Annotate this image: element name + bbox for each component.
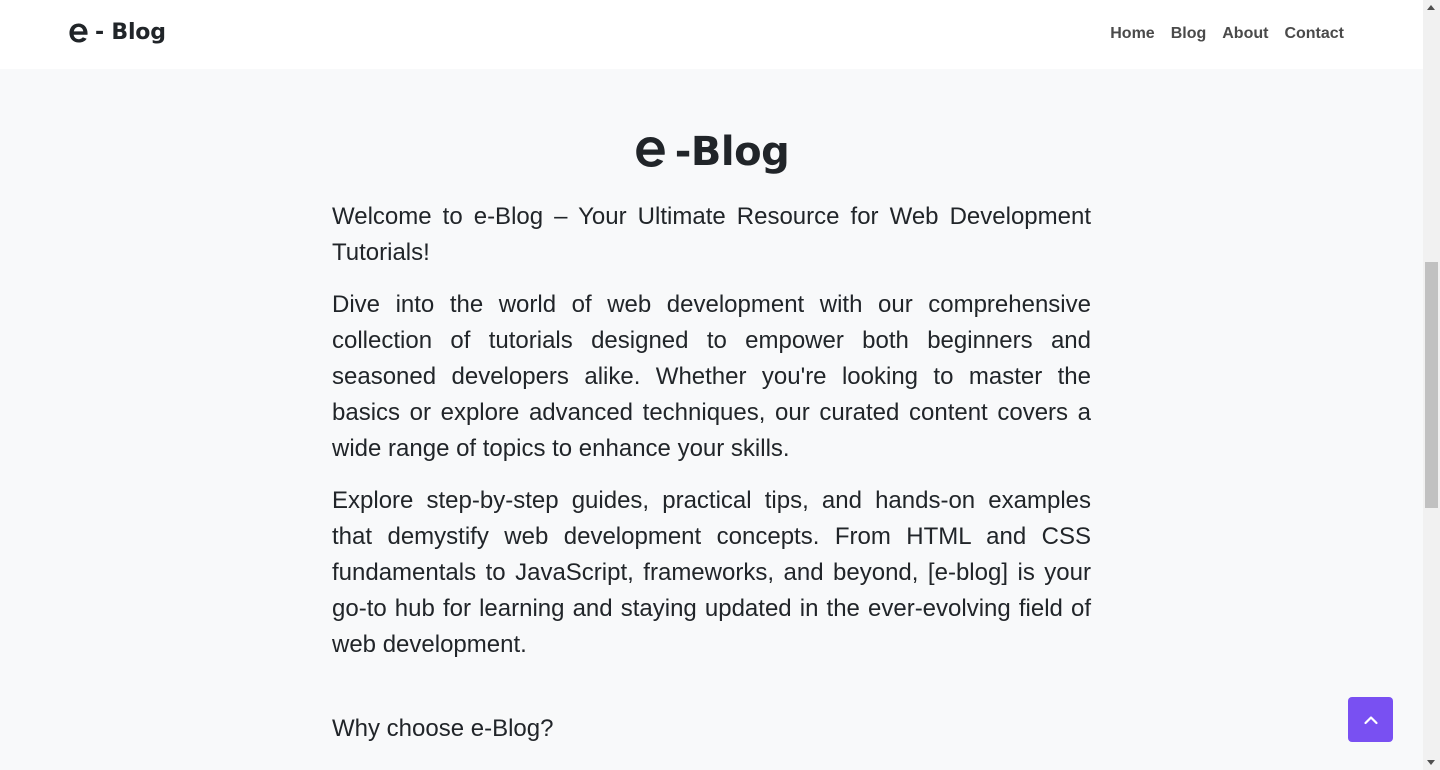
vertical-scrollbar[interactable] <box>1423 0 1440 770</box>
explore-paragraph: Explore step-by-step guides, practical t… <box>332 487 1091 658</box>
page-title: -Blog <box>0 124 1423 180</box>
page: - Blog Home Blog About Contact -Blog Wel… <box>0 0 1423 770</box>
page-title-text: -Blog <box>674 129 790 175</box>
brand-link[interactable]: - Blog <box>68 18 166 48</box>
e-logo-icon <box>636 137 665 167</box>
why-choose-heading: Why choose e-Blog? <box>332 715 554 742</box>
nav-links: Home Blog About Contact <box>1102 22 1352 46</box>
e-logo-icon <box>69 23 88 43</box>
top-navbar: - Blog Home Blog About Contact <box>0 0 1423 69</box>
nav-about[interactable]: About <box>1214 22 1276 46</box>
nav-home[interactable]: Home <box>1102 22 1162 46</box>
scroll-up-arrow-icon[interactable] <box>1427 5 1435 10</box>
nav-contact[interactable]: Contact <box>1276 22 1352 46</box>
welcome-text: Welcome to e-Blog – Your Ultimate Resour… <box>332 203 1091 266</box>
back-to-top-button[interactable] <box>1348 697 1393 742</box>
nav-blog[interactable]: Blog <box>1163 22 1215 46</box>
main-content: Welcome to e-Blog – Your Ultimate Resour… <box>332 199 1091 747</box>
intro-paragraph: Dive into the world of web development w… <box>332 291 1091 462</box>
brand-text: - Blog <box>95 20 166 45</box>
scroll-down-arrow-icon[interactable] <box>1427 760 1435 765</box>
scrollbar-thumb[interactable] <box>1425 262 1438 508</box>
chevron-up-icon <box>1363 715 1378 724</box>
